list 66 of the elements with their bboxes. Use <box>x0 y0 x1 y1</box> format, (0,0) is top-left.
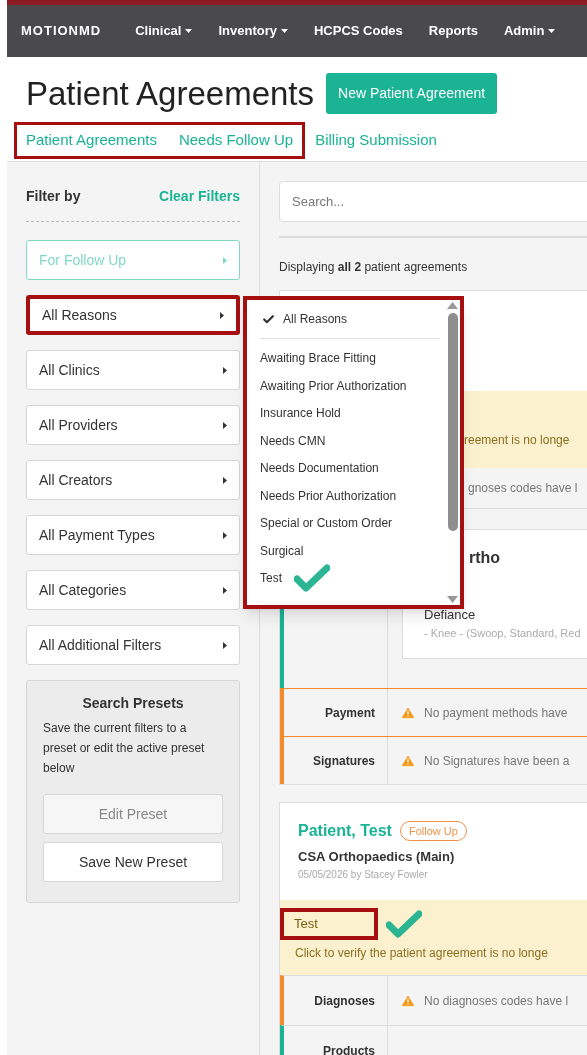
nav-item[interactable]: HCPCS Codes <box>314 21 403 41</box>
filter-dropdown[interactable]: All Providers <box>26 405 240 445</box>
scroll-up-icon[interactable] <box>447 302 458 309</box>
scroll-down-icon[interactable] <box>447 596 458 603</box>
nav-item[interactable]: Admin <box>503 21 556 41</box>
menu-item[interactable]: Awaiting Brace Fitting <box>260 349 376 367</box>
preset-button[interactable]: Save New Preset <box>43 842 223 882</box>
check-icon <box>262 312 275 326</box>
caret-icon <box>220 311 224 319</box>
check-mark-icon <box>386 910 422 938</box>
caret-icon <box>223 421 227 429</box>
search-field[interactable]: Search... <box>279 181 587 222</box>
results-summary: Displaying all 2 patient agreements <box>279 259 469 276</box>
row-label: Products <box>323 1042 375 1055</box>
check-mark-icon <box>294 564 330 592</box>
alert-text: reement is no longe <box>464 433 570 447</box>
filter-dropdown[interactable]: All Categories <box>26 570 240 610</box>
menu-item[interactable]: Insurance Hold <box>260 404 341 422</box>
caret-icon <box>223 531 227 539</box>
caret-icon <box>548 29 556 33</box>
alert-text: Click to verify the patient agreement is no longe <box>294 945 549 962</box>
agreement-meta: 05/05/2026 by Stacey Fowler <box>298 867 429 882</box>
filter-dropdown[interactable]: All Payment Types <box>26 515 240 555</box>
menu-item[interactable]: Awaiting Prior Authorization <box>260 376 407 395</box>
filter-dropdown[interactable]: All Reasons <box>26 295 240 335</box>
menu-item[interactable]: Surgical <box>260 541 304 560</box>
caret-icon <box>223 256 227 264</box>
warning-icon <box>400 704 416 721</box>
product-detail: - Knee - (Swoop, Standard, Red <box>424 625 582 641</box>
filter-heading: Filter by <box>26 187 81 206</box>
menu-item[interactable]: Needs Prior Authorization <box>260 486 397 505</box>
menu-item[interactable]: Special or Custom Order <box>260 514 393 532</box>
nav-item[interactable]: Reports <box>428 21 478 41</box>
caret-icon <box>223 586 227 594</box>
filter-dropdown[interactable]: All Clinics <box>26 350 240 390</box>
row-value: No payment methods have <box>424 704 568 722</box>
row-value: gnoses codes have l <box>468 480 578 497</box>
caret-icon <box>281 29 288 33</box>
page-title: Patient Agreements <box>26 73 314 114</box>
nav-item[interactable]: Inventory <box>218 21 288 41</box>
presets-title: Search Presets <box>81 694 185 713</box>
caret-icon <box>223 641 227 649</box>
product-title: rtho <box>469 548 502 568</box>
warning-icon <box>400 752 416 769</box>
warning-icon <box>400 992 416 1009</box>
filter-dropdown[interactable]: All Additional Filters <box>26 625 240 665</box>
row-label: Payment <box>324 704 375 722</box>
brand-logo[interactable]: MOTIONMD <box>21 21 102 41</box>
product-name: Defiance <box>424 606 477 624</box>
row-value: No diagnoses codes have l <box>424 992 569 1010</box>
filter-dropdown[interactable]: All Creators <box>26 460 240 500</box>
caret-icon <box>223 366 227 374</box>
nav-item[interactable]: Clinical <box>135 21 193 41</box>
clinic-name: CSA Orthopaedics (Main) <box>298 848 456 866</box>
reason-tag: Test <box>280 908 378 940</box>
row-label: Signatures <box>313 752 375 770</box>
menu-item[interactable]: Needs Documentation <box>260 459 379 477</box>
menu-item[interactable]: Needs CMN <box>260 431 326 450</box>
scrollbar-thumb[interactable] <box>447 313 458 531</box>
presets-description: Save the current filters to a preset or edit the active preset below <box>43 720 206 777</box>
menu-item[interactable]: Test <box>260 569 282 587</box>
row-value: No Signatures have been a <box>424 752 570 770</box>
row-label: Diagnoses <box>314 992 375 1010</box>
caret-icon <box>185 29 193 33</box>
menu-item[interactable]: All Reasons <box>260 310 439 328</box>
caret-icon <box>223 476 227 484</box>
